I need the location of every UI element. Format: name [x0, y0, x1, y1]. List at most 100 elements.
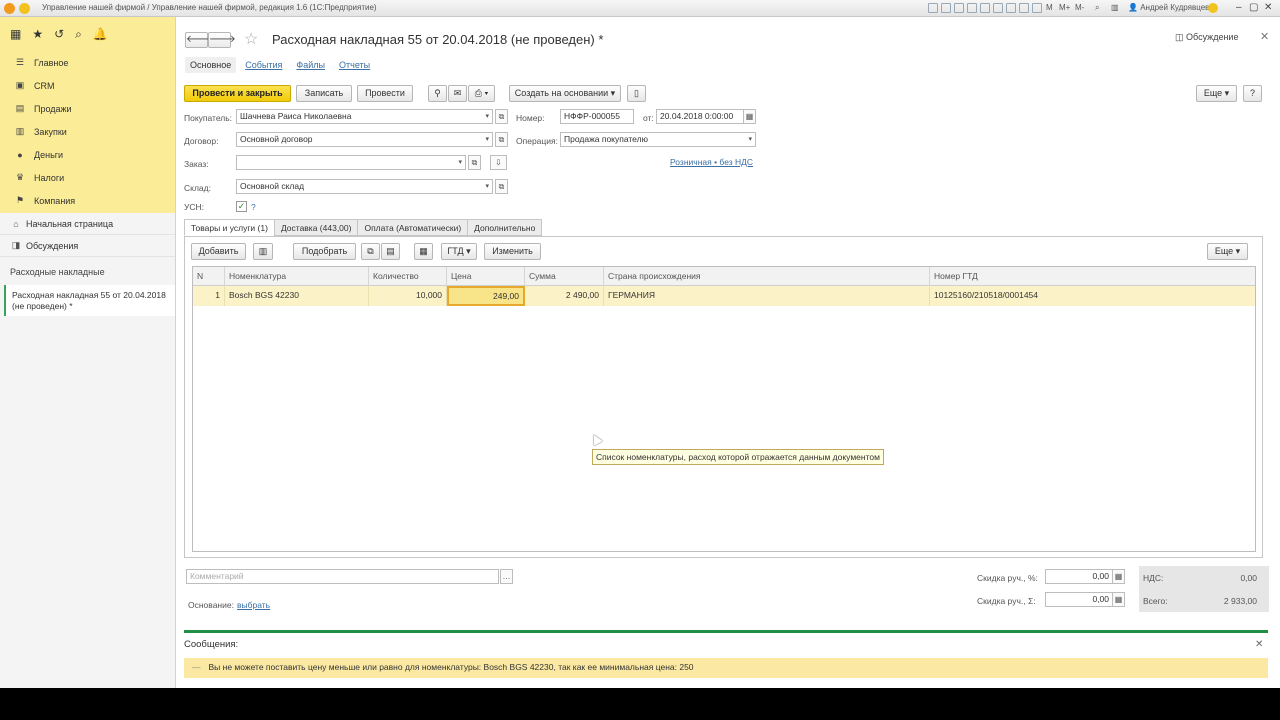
- help-button[interactable]: ?: [1243, 85, 1262, 102]
- table-row[interactable]: 1 Bosch BGS 42230 10,000 249,00 2 490,00…: [193, 286, 1255, 306]
- open-document-tab[interactable]: Расходная накладная 55 от 20.04.2018 (не…: [4, 285, 175, 316]
- select-items-button[interactable]: Подобрать: [293, 243, 356, 260]
- dropdown-icon[interactable]: ▾: [485, 110, 489, 123]
- dropdown-icon[interactable]: ▾: [485, 180, 489, 193]
- post-and-close-button[interactable]: Провести и закрыть: [184, 85, 291, 102]
- tab-files[interactable]: Файлы: [291, 57, 330, 73]
- barcode-icon[interactable]: ▥: [253, 243, 273, 260]
- close-form-icon[interactable]: ✕: [1260, 30, 1269, 43]
- memory-plus-button[interactable]: M+: [1059, 3, 1070, 12]
- tab-reports[interactable]: Отчеты: [334, 57, 375, 73]
- tab-payment[interactable]: Оплата (Автоматически): [357, 219, 469, 236]
- post-button[interactable]: Провести: [357, 85, 413, 102]
- main-menu-icon[interactable]: [19, 3, 30, 14]
- discount-sum-field[interactable]: 0,00: [1045, 592, 1113, 607]
- sidebar-item-main[interactable]: ☰ Главное: [0, 51, 175, 74]
- dropdown-icon[interactable]: ▾: [458, 156, 462, 169]
- zoom-icon[interactable]: ⌕: [1095, 3, 1099, 13]
- create-based-on-button[interactable]: Создать на основании ▾: [509, 85, 621, 102]
- print-dropdown-button[interactable]: ⎙ ▾: [468, 85, 495, 102]
- column-header-sum[interactable]: Сумма: [525, 267, 604, 286]
- cell-gtd[interactable]: 10125160/210518/0001454: [930, 286, 1257, 306]
- apps-grid-icon[interactable]: ▦: [10, 27, 21, 41]
- user-name[interactable]: 👤 Андрей Кудрявцев: [1128, 3, 1209, 12]
- tab-main[interactable]: Основное: [185, 57, 237, 73]
- info-icon[interactable]: [1208, 3, 1218, 13]
- gtd-dropdown-button[interactable]: ГТД ▾: [441, 243, 477, 260]
- dropdown-icon[interactable]: ▾: [485, 133, 489, 146]
- minimize-icon[interactable]: –: [1236, 2, 1242, 13]
- basis-select-link[interactable]: выбрать: [237, 600, 270, 610]
- open-link-icon[interactable]: ⧉: [468, 155, 481, 170]
- history-icon[interactable]: ↺: [54, 27, 64, 41]
- tab-goods[interactable]: Товары и услуги (1): [184, 219, 275, 236]
- panel-icon[interactable]: ▥: [1111, 3, 1119, 12]
- forward-button[interactable]: 🡒: [208, 32, 236, 48]
- operation-select[interactable]: Продажа покупателю ▾: [560, 132, 756, 147]
- buyer-field[interactable]: Шачнева Раиса Николаевна ▾: [236, 109, 493, 124]
- favorite-star-icon[interactable]: ☆: [244, 29, 258, 49]
- calendar-icon[interactable]: ▦: [743, 109, 756, 124]
- tab-delivery[interactable]: Доставка (443,00): [273, 219, 359, 236]
- table-icon[interactable]: [941, 3, 951, 13]
- change-button[interactable]: Изменить: [484, 243, 541, 260]
- copy-row-icon[interactable]: ⧉: [361, 243, 380, 260]
- cell-qty[interactable]: 10,000: [369, 286, 447, 306]
- tab-events[interactable]: События: [240, 57, 287, 73]
- number-field[interactable]: НФФР-000055: [560, 109, 634, 124]
- doc-icon[interactable]: [928, 3, 938, 13]
- dropdown-icon[interactable]: ▾: [748, 133, 752, 146]
- date-field[interactable]: 20.04.2018 0:00:00: [656, 109, 748, 124]
- cell-sum[interactable]: 2 490,00: [525, 286, 604, 306]
- column-header-n[interactable]: N: [193, 267, 225, 286]
- table-more-button[interactable]: Еще ▾: [1207, 243, 1248, 260]
- email-icon[interactable]: ✉: [448, 85, 467, 102]
- column-header-gtd[interactable]: Номер ГТД: [930, 267, 1257, 286]
- save-button[interactable]: Записать: [296, 85, 352, 102]
- column-header-price[interactable]: Цена: [447, 267, 525, 286]
- sidebar-item-purchases[interactable]: ▥ Закупки: [0, 120, 175, 143]
- cell-item[interactable]: Bosch BGS 42230: [225, 286, 369, 306]
- goods-table[interactable]: N Номенклатура Количество Цена Сумма Стр…: [192, 266, 1256, 552]
- sidebar-item-sales[interactable]: ▤ Продажи: [0, 97, 175, 120]
- add-row-button[interactable]: Добавить: [191, 243, 246, 260]
- discussion-button[interactable]: ◫ Обсуждение: [1175, 32, 1238, 43]
- discussions-link[interactable]: ◨ Обсуждения: [0, 235, 175, 257]
- sidebar-item-money[interactable]: ● Деньги: [0, 143, 175, 166]
- document-icon[interactable]: ▯: [627, 85, 646, 102]
- sidebar-item-company[interactable]: ⚑ Компания: [0, 189, 175, 212]
- comment-input[interactable]: Комментарий: [186, 569, 499, 584]
- home-page-link[interactable]: ⌂ Начальная страница: [0, 213, 175, 235]
- cell-price[interactable]: 249,00: [447, 286, 525, 306]
- copy-icon[interactable]: [1019, 3, 1029, 13]
- calculator-icon[interactable]: ▦: [1112, 592, 1125, 607]
- paste-row-icon[interactable]: ▤: [381, 243, 400, 260]
- open-link-icon[interactable]: ⧉: [495, 109, 508, 124]
- cell-country[interactable]: ГЕРМАНИЯ: [604, 286, 930, 306]
- back-button[interactable]: 🡐: [185, 32, 213, 48]
- column-header-item[interactable]: Номенклатура: [225, 267, 369, 286]
- favorites-star-icon[interactable]: ★: [32, 27, 43, 41]
- comment-more-button[interactable]: …: [500, 569, 513, 584]
- memory-button[interactable]: M: [1046, 3, 1053, 12]
- settings-icon[interactable]: [1032, 3, 1042, 13]
- calculator-icon[interactable]: ▦: [1112, 569, 1125, 584]
- close-messages-icon[interactable]: ✕: [1255, 639, 1263, 650]
- order-field[interactable]: ▾: [236, 155, 466, 170]
- discount-percent-field[interactable]: 0,00: [1045, 569, 1113, 584]
- calculator-icon[interactable]: ▦: [414, 243, 433, 260]
- price-type-link[interactable]: Розничная • без НДС: [670, 157, 753, 167]
- more-button[interactable]: Еще ▾: [1196, 85, 1237, 102]
- bell-icon[interactable]: 🔔: [93, 27, 108, 41]
- open-section-title[interactable]: Расходные накладные: [0, 257, 175, 285]
- usn-checkbox[interactable]: ✓: [236, 201, 247, 212]
- memory-minus-button[interactable]: M-: [1075, 3, 1084, 12]
- usn-help-link[interactable]: ?: [251, 202, 256, 212]
- tab-additional[interactable]: Дополнительно: [467, 219, 543, 236]
- sidebar-item-crm[interactable]: ▣ CRM: [0, 74, 175, 97]
- column-header-country[interactable]: Страна происхождения: [604, 267, 930, 286]
- print-icon[interactable]: [954, 3, 964, 13]
- link-icon[interactable]: [993, 3, 1003, 13]
- contract-field[interactable]: Основной договор ▾: [236, 132, 493, 147]
- warehouse-field[interactable]: Основной склад ▾: [236, 179, 493, 194]
